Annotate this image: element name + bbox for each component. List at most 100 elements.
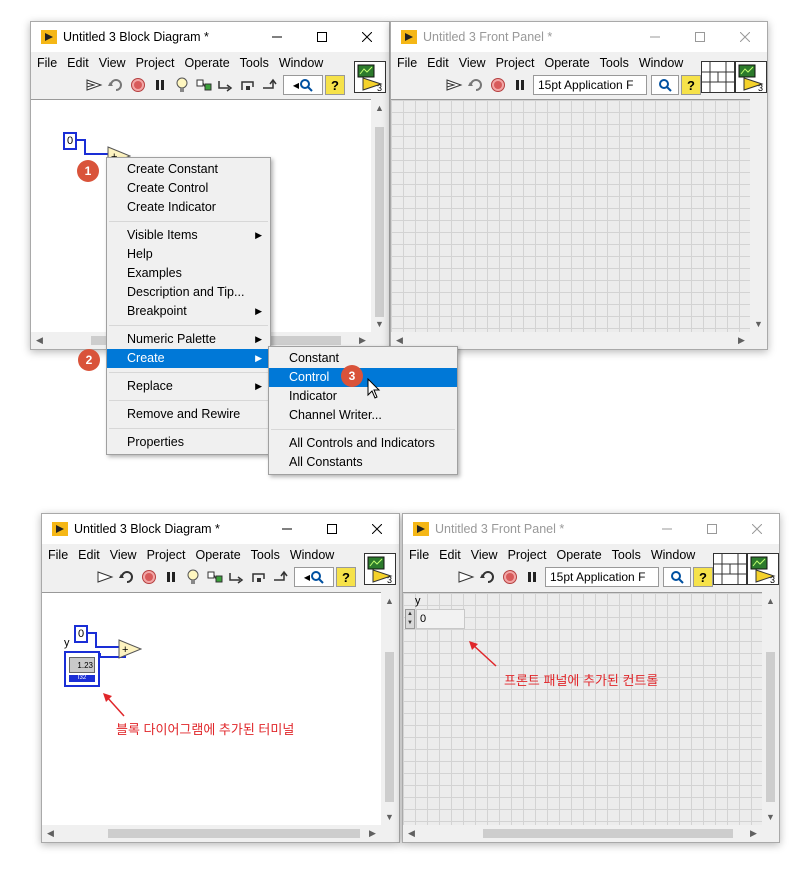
highlight-execution-icon[interactable] [171, 75, 193, 95]
scroll-down-arrow-icon[interactable]: ▼ [750, 315, 767, 332]
menu-item-breakpoint[interactable]: Breakpoint ▶ [107, 302, 270, 321]
scroll-right-arrow-icon[interactable]: ▶ [364, 825, 381, 842]
menu-file[interactable]: File [31, 56, 62, 70]
title-bar[interactable]: Untitled 3 Front Panel * [391, 22, 767, 52]
step-into-icon[interactable] [226, 567, 248, 587]
run-continuously-icon[interactable] [477, 567, 499, 587]
title-bar[interactable]: Untitled 3 Block Diagram * [31, 22, 389, 52]
menu-item-visible-items[interactable]: Visible Items ▶ [107, 226, 270, 245]
menu-file[interactable]: File [403, 548, 434, 562]
scroll-up-arrow-icon[interactable]: ▲ [762, 592, 779, 609]
step-over-icon[interactable] [248, 567, 270, 587]
increment-decrement-buttons[interactable]: ▲ ▼ [405, 609, 415, 629]
scroll-down-arrow-icon[interactable]: ▼ [762, 808, 779, 825]
retain-wire-values-icon[interactable] [193, 75, 215, 95]
search-button[interactable]: ◀ [283, 75, 323, 95]
horizontal-scrollbar[interactable]: ◀ ▶ [403, 825, 762, 842]
context-help-button[interactable]: ? [336, 567, 356, 587]
horizontal-scrollbar[interactable]: ◀ ▶ [42, 825, 381, 842]
menu-item-create-indicator[interactable]: Create Indicator [107, 198, 270, 217]
submenu-item-channel-writer[interactable]: Channel Writer... [269, 406, 457, 425]
menu-window[interactable]: Window [634, 56, 688, 70]
abort-icon[interactable] [138, 567, 160, 587]
scroll-up-arrow-icon[interactable]: ▲ [381, 592, 398, 609]
vertical-scrollbar[interactable]: ▼ [750, 99, 767, 332]
decrement-arrow-icon[interactable]: ▼ [406, 619, 414, 628]
menu-edit[interactable]: Edit [62, 56, 94, 70]
menu-view[interactable]: View [94, 56, 131, 70]
menu-project[interactable]: Project [491, 56, 540, 70]
pause-icon[interactable] [160, 567, 182, 587]
search-button[interactable]: ◀ [294, 567, 334, 587]
menu-file[interactable]: File [391, 56, 422, 70]
vi-icon[interactable]: 3 [364, 553, 396, 585]
menu-project[interactable]: Project [131, 56, 180, 70]
run-arrow-icon[interactable] [443, 75, 465, 95]
close-button[interactable] [722, 22, 767, 52]
maximize-button[interactable] [309, 514, 354, 544]
menu-view[interactable]: View [105, 548, 142, 562]
maximize-button[interactable] [299, 22, 344, 52]
run-arrow-icon[interactable] [94, 567, 116, 587]
search-button[interactable] [663, 567, 691, 587]
menu-tools[interactable]: Tools [246, 548, 285, 562]
menu-window[interactable]: Window [285, 548, 339, 562]
retain-wire-values-icon[interactable] [204, 567, 226, 587]
abort-icon[interactable] [499, 567, 521, 587]
context-help-button[interactable]: ? [325, 75, 345, 95]
close-button[interactable] [344, 22, 389, 52]
connector-pane[interactable] [701, 61, 735, 93]
menu-item-create[interactable]: Create ▶ [107, 349, 270, 368]
maximize-button[interactable] [677, 22, 722, 52]
menu-operate[interactable]: Operate [551, 548, 606, 562]
menu-project[interactable]: Project [142, 548, 191, 562]
scroll-left-arrow-icon[interactable]: ◀ [403, 825, 420, 842]
scroll-thumb[interactable] [483, 829, 733, 838]
menu-tools[interactable]: Tools [607, 548, 646, 562]
step-over-icon[interactable] [237, 75, 259, 95]
scroll-thumb[interactable] [375, 127, 384, 317]
menu-view[interactable]: View [454, 56, 491, 70]
title-bar[interactable]: Untitled 3 Block Diagram * [42, 514, 399, 544]
context-help-button[interactable]: ? [693, 567, 713, 587]
menu-window[interactable]: Window [274, 56, 328, 70]
front-panel-canvas[interactable]: y ▲ ▼ 0 [403, 592, 762, 826]
submenu-item-all-controls-and-indicators[interactable]: All Controls and Indicators [269, 434, 457, 453]
scroll-left-arrow-icon[interactable]: ◀ [31, 332, 48, 349]
menu-operate[interactable]: Operate [190, 548, 245, 562]
menu-operate[interactable]: Operate [179, 56, 234, 70]
menu-item-numeric-palette[interactable]: Numeric Palette ▶ [107, 330, 270, 349]
numeric-control-value[interactable]: 0 [416, 609, 465, 629]
menu-window[interactable]: Window [646, 548, 700, 562]
menu-file[interactable]: File [42, 548, 73, 562]
minimize-button[interactable] [644, 514, 689, 544]
menu-item-create-constant[interactable]: Create Constant [107, 160, 270, 179]
font-select[interactable]: 15pt Application F [533, 75, 647, 95]
scroll-down-arrow-icon[interactable]: ▼ [381, 808, 398, 825]
font-select[interactable]: 15pt Application F [545, 567, 659, 587]
search-button[interactable] [651, 75, 679, 95]
front-panel-canvas[interactable] [391, 99, 750, 333]
scroll-thumb[interactable] [108, 829, 360, 838]
menu-item-replace[interactable]: Replace ▶ [107, 377, 270, 396]
numeric-constant[interactable]: 0 [74, 625, 89, 643]
scroll-down-arrow-icon[interactable]: ▼ [371, 315, 388, 332]
scroll-thumb[interactable] [766, 652, 775, 802]
submenu-item-indicator[interactable]: Indicator [269, 387, 457, 406]
run-arrow-icon[interactable] [455, 567, 477, 587]
menu-item-help[interactable]: Help [107, 245, 270, 264]
run-continuously-icon[interactable] [105, 75, 127, 95]
run-continuously-icon[interactable] [465, 75, 487, 95]
abort-icon[interactable] [127, 75, 149, 95]
run-continuously-icon[interactable] [116, 567, 138, 587]
menu-item-remove-and-rewire[interactable]: Remove and Rewire [107, 405, 270, 424]
menu-project[interactable]: Project [503, 548, 552, 562]
minimize-button[interactable] [254, 22, 299, 52]
minimize-button[interactable] [632, 22, 677, 52]
submenu-item-constant[interactable]: Constant [269, 349, 457, 368]
maximize-button[interactable] [689, 514, 734, 544]
highlight-execution-icon[interactable] [182, 567, 204, 587]
vertical-scrollbar[interactable]: ▲ ▼ [381, 592, 398, 825]
close-button[interactable] [354, 514, 399, 544]
pause-icon[interactable] [509, 75, 531, 95]
